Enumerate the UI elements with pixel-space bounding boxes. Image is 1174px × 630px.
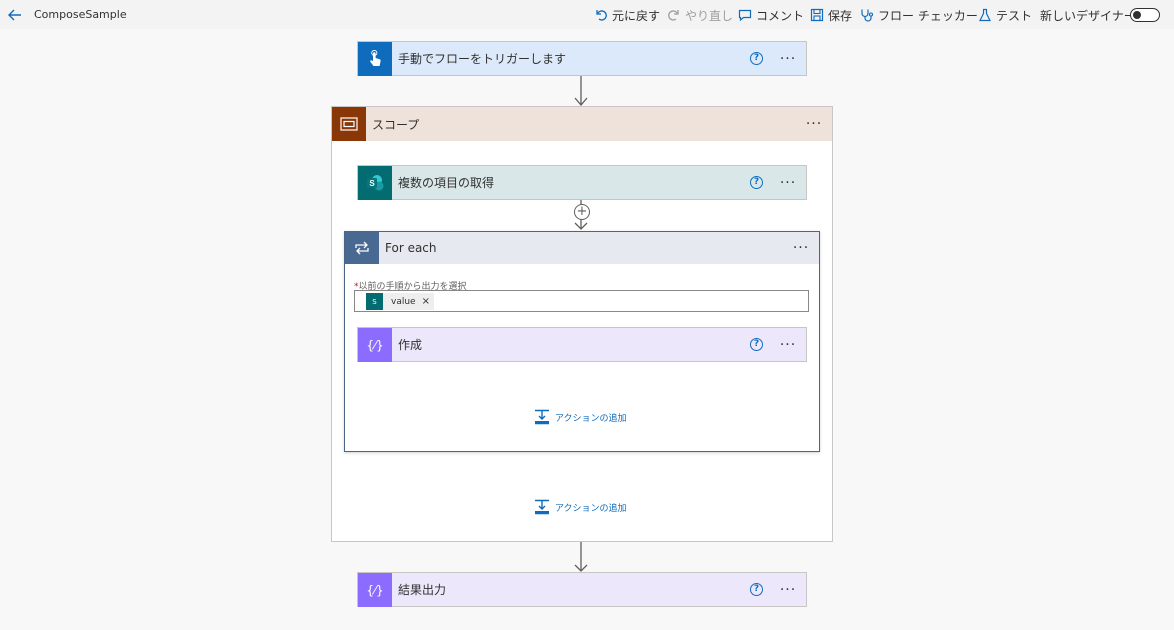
sharepoint-icon: S [366,293,383,310]
get-items-card[interactable]: S 複数の項目の取得 ? ··· [357,165,807,200]
flow-checker-button[interactable]: フロー チェッカー [860,6,978,24]
help-icon[interactable]: ? [750,176,763,189]
new-designer-toggle[interactable] [1130,8,1160,22]
flow-checker-label: フロー チェッカー [878,8,978,23]
stethoscope-icon [861,9,874,22]
trigger-card[interactable]: 手動でフローをトリガーします ? ··· [357,41,807,76]
add-action-label: アクションの追加 [555,413,627,424]
test-label: テスト [996,8,1033,23]
sharepoint-icon: S [358,165,392,200]
get-items-title: 複数の項目の取得 [398,176,495,190]
scope-title: スコープ [372,117,420,132]
trigger-title: 手動でフローをトリガーします [398,52,567,66]
toolbar: ComposeSample 元に戻す やり直し コメント 保存 フロー チェッカ… [0,0,1174,29]
connector-arrow [574,542,588,572]
compose-braces-icon: {⁄} [358,327,392,362]
redo-icon [668,10,679,21]
new-designer-label: 新しいデザイナー [1040,8,1136,23]
add-action-icon [535,409,549,425]
svg-text:S: S [369,179,375,188]
compose-card[interactable]: {⁄} 作成 ? ··· [357,327,807,362]
comment-label: コメント [756,8,805,23]
svg-text:{⁄}: {⁄} [366,338,383,352]
add-action-icon [535,499,549,515]
comment-button[interactable]: コメント [738,6,804,24]
more-options-icon[interactable]: ··· [790,241,812,255]
save-icon [810,8,824,22]
undo-button[interactable]: 元に戻す [594,6,660,24]
result-title: 結果出力 [398,583,447,597]
more-options-icon[interactable]: ··· [777,176,799,190]
save-label: 保存 [828,8,853,23]
insert-step-plus-icon[interactable]: + [574,204,590,220]
compose-braces-icon: {⁄} [358,572,392,607]
back-arrow-icon[interactable] [6,6,24,24]
help-icon[interactable]: ? [750,52,763,65]
redo-label: やり直し [685,8,734,23]
add-action-button[interactable]: アクションの追加 [534,409,627,425]
add-action-label: アクションの追加 [555,503,627,514]
more-options-icon[interactable]: ··· [803,117,825,131]
compose-title: 作成 [398,338,423,352]
dynamic-content-token[interactable]: S value × [366,293,434,310]
scope-header[interactable]: スコープ ··· [332,107,832,141]
loop-icon [345,232,379,264]
touch-trigger-icon [358,41,392,76]
add-action-button[interactable]: アクションの追加 [534,499,627,515]
result-card[interactable]: {⁄} 結果出力 ? ··· [357,572,807,607]
close-icon[interactable]: × [422,296,430,307]
scope-icon [332,107,366,141]
undo-label: 元に戻す [612,8,661,23]
connector-arrow [574,76,588,106]
token-label: value [391,296,416,307]
save-button[interactable]: 保存 [810,6,852,24]
comment-icon [738,9,752,22]
redo-button[interactable]: やり直し [667,6,733,24]
help-icon[interactable]: ? [750,583,763,596]
app-title: ComposeSample [34,8,127,21]
help-icon[interactable]: ? [750,338,763,351]
more-options-icon[interactable]: ··· [777,338,799,352]
more-options-icon[interactable]: ··· [777,52,799,66]
undo-icon [596,10,607,21]
foreach-header[interactable]: For each ··· [345,232,819,264]
svg-text:{⁄}: {⁄} [366,583,383,597]
test-button[interactable]: テスト [978,6,1032,24]
foreach-title: For each [385,241,437,255]
flask-icon [979,8,991,22]
more-options-icon[interactable]: ··· [777,583,799,597]
foreach-input-field[interactable]: S value × [354,290,809,312]
